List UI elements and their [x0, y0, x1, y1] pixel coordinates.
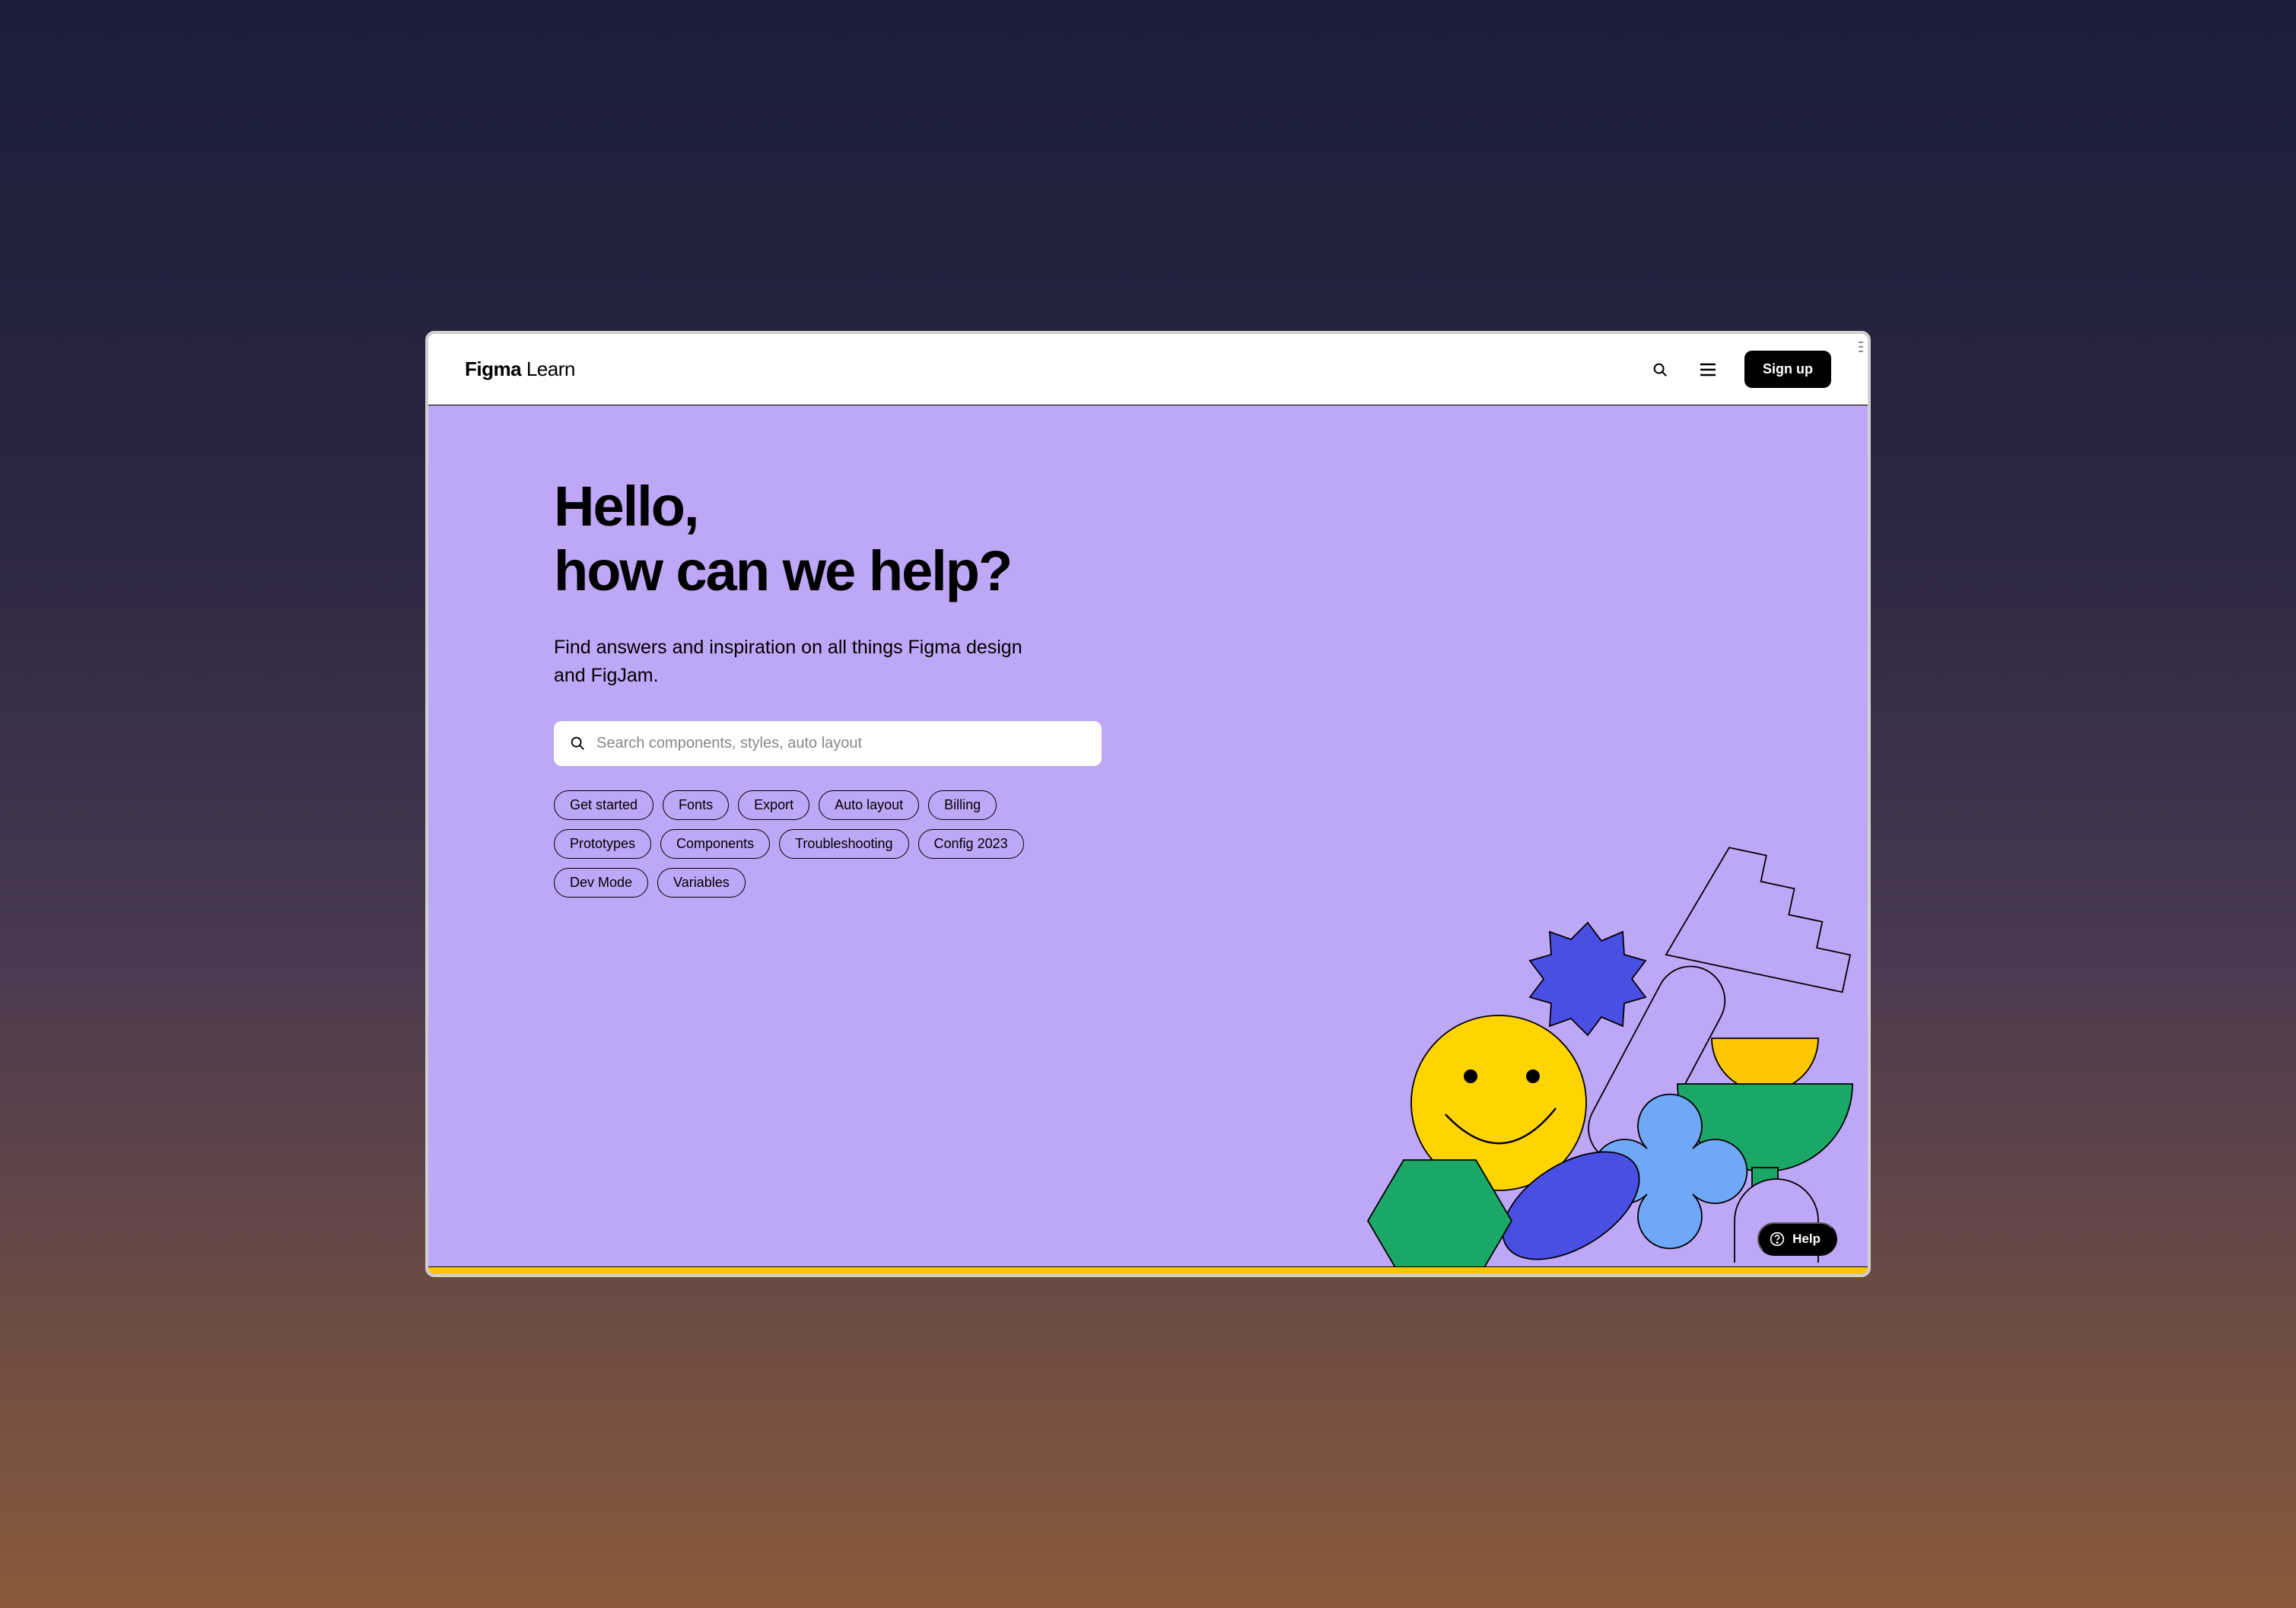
menu-button[interactable]	[1696, 359, 1720, 380]
header-search-button[interactable]	[1649, 358, 1671, 381]
hero-accent-bar	[428, 1266, 1868, 1274]
logo[interactable]: Figma Learn	[465, 358, 575, 381]
chip-config-2023[interactable]: Config 2023	[918, 829, 1024, 859]
search-box[interactable]	[554, 721, 1102, 766]
chip-dev-mode[interactable]: Dev Mode	[554, 868, 648, 898]
help-widget[interactable]: Help	[1757, 1222, 1837, 1256]
search-icon	[1652, 361, 1668, 378]
logo-section: Learn	[526, 358, 575, 380]
chip-components[interactable]: Components	[660, 829, 770, 859]
help-widget-label: Help	[1792, 1231, 1821, 1247]
header-actions: Sign up	[1649, 351, 1831, 388]
chip-troubleshooting[interactable]: Troubleshooting	[779, 829, 908, 859]
chip-variables[interactable]: Variables	[657, 868, 746, 898]
hero-content: Hello, how can we help? Find answers and…	[428, 405, 1113, 898]
chip-export[interactable]: Export	[738, 790, 809, 820]
search-icon	[569, 735, 586, 752]
hero-section: Hello, how can we help? Find answers and…	[428, 405, 1868, 1274]
hero-illustration	[1290, 841, 1868, 1266]
topic-chips: Get started Fonts Export Auto layout Bil…	[554, 790, 1102, 898]
logo-brand: Figma	[465, 358, 521, 380]
chip-auto-layout[interactable]: Auto layout	[819, 790, 919, 820]
chip-prototypes[interactable]: Prototypes	[554, 829, 651, 859]
scroll-indicator	[1859, 342, 1863, 352]
hero-heading: Hello, how can we help?	[554, 474, 1113, 603]
hero-subtitle: Find answers and inspiration on all thin…	[554, 634, 1041, 689]
chip-get-started[interactable]: Get started	[554, 790, 654, 820]
chip-fonts[interactable]: Fonts	[663, 790, 729, 820]
header: Figma Learn Sign up	[428, 334, 1868, 405]
hero-heading-line1: Hello,	[554, 475, 698, 538]
chip-billing[interactable]: Billing	[928, 790, 997, 820]
help-icon	[1770, 1231, 1785, 1247]
signup-button[interactable]: Sign up	[1744, 351, 1831, 388]
app-window: Figma Learn Sign up Hello, how can we he…	[425, 331, 1871, 1277]
hamburger-icon	[1699, 362, 1717, 377]
hero-heading-line2: how can we help?	[554, 539, 1011, 602]
search-input[interactable]	[596, 735, 1086, 752]
